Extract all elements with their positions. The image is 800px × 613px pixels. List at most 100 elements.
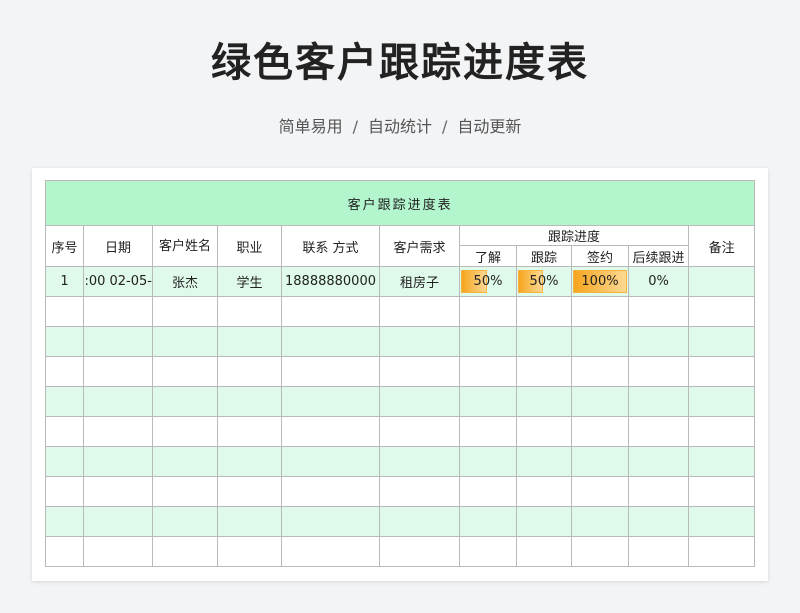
cell-progress[interactable]	[571, 536, 629, 567]
cell-job[interactable]: 学生	[217, 266, 282, 297]
cell-progress[interactable]	[459, 476, 517, 507]
cell-job[interactable]	[217, 386, 282, 417]
cell-progress[interactable]	[516, 476, 572, 507]
cell-progress[interactable]	[516, 356, 572, 387]
cell-contact[interactable]	[281, 356, 380, 387]
cell-contact[interactable]	[281, 536, 380, 567]
cell-contact[interactable]	[281, 506, 380, 537]
cell-job[interactable]	[217, 476, 282, 507]
cell-job[interactable]	[217, 506, 282, 537]
cell-name[interactable]	[152, 416, 218, 447]
cell-job[interactable]	[217, 326, 282, 357]
cell-job[interactable]	[217, 356, 282, 387]
cell-progress[interactable]	[459, 416, 517, 447]
cell-progress[interactable]	[571, 416, 629, 447]
col-progress-sign-header[interactable]: 签约	[571, 245, 629, 267]
cell-seq[interactable]	[45, 326, 84, 357]
cell-remark[interactable]	[687, 506, 756, 537]
cell-progress[interactable]	[459, 296, 517, 327]
cell-progress[interactable]	[571, 506, 629, 537]
cell-contact[interactable]	[281, 386, 380, 417]
cell-demand[interactable]	[379, 296, 460, 327]
cell-job[interactable]	[217, 296, 282, 327]
col-progress-header[interactable]: 跟踪进度	[459, 225, 689, 246]
cell-progress[interactable]	[628, 506, 689, 537]
cell-progress[interactable]	[628, 386, 689, 417]
cell-progress[interactable]	[516, 446, 572, 477]
cell-progress[interactable]	[459, 506, 517, 537]
cell-progress[interactable]	[571, 326, 629, 357]
cell-contact[interactable]	[281, 296, 380, 327]
cell-progress[interactable]	[571, 356, 629, 387]
cell-job[interactable]	[217, 446, 282, 477]
cell-progress[interactable]: 50%	[459, 266, 517, 297]
cell-date[interactable]	[83, 296, 153, 327]
cell-job[interactable]	[217, 536, 282, 567]
cell-progress[interactable]	[571, 476, 629, 507]
cell-contact[interactable]	[281, 326, 380, 357]
cell-date[interactable]	[83, 446, 153, 477]
cell-progress[interactable]	[459, 326, 517, 357]
cell-name[interactable]	[152, 536, 218, 567]
cell-progress[interactable]	[516, 326, 572, 357]
cell-progress[interactable]	[628, 296, 689, 327]
cell-name[interactable]: 张杰	[152, 266, 218, 297]
cell-progress[interactable]	[516, 536, 572, 567]
col-demand-header[interactable]: 客户需求	[379, 225, 460, 267]
cell-name[interactable]	[152, 326, 218, 357]
cell-demand[interactable]	[379, 476, 460, 507]
cell-date[interactable]	[83, 506, 153, 537]
cell-name[interactable]	[152, 296, 218, 327]
col-date-header[interactable]: 日期	[83, 225, 153, 267]
cell-name[interactable]	[152, 356, 218, 387]
col-contact-header[interactable]: 联系 方式	[281, 225, 380, 267]
cell-progress[interactable]	[459, 356, 517, 387]
cell-progress[interactable]	[628, 536, 689, 567]
cell-progress[interactable]	[516, 296, 572, 327]
cell-progress[interactable]: 50%	[516, 266, 572, 297]
cell-progress[interactable]: 0%	[628, 266, 689, 297]
cell-seq[interactable]: 1	[45, 266, 84, 297]
cell-progress[interactable]	[459, 386, 517, 417]
cell-progress[interactable]	[628, 476, 689, 507]
cell-name[interactable]	[152, 506, 218, 537]
cell-progress[interactable]	[628, 356, 689, 387]
cell-demand[interactable]	[379, 506, 460, 537]
cell-job[interactable]	[217, 416, 282, 447]
cell-progress[interactable]	[571, 446, 629, 477]
cell-demand[interactable]	[379, 416, 460, 447]
cell-date[interactable]	[83, 326, 153, 357]
cell-date[interactable]: -02-05 00:	[83, 266, 153, 297]
cell-name[interactable]	[152, 476, 218, 507]
col-seq-header[interactable]: 序号	[45, 225, 84, 267]
cell-demand[interactable]	[379, 356, 460, 387]
cell-seq[interactable]	[45, 356, 84, 387]
cell-contact[interactable]: 18888880000	[281, 266, 380, 297]
col-progress-understand-header[interactable]: 了解	[459, 245, 517, 267]
cell-progress[interactable]	[459, 446, 517, 477]
cell-progress[interactable]	[571, 296, 629, 327]
cell-seq[interactable]	[45, 476, 84, 507]
cell-demand[interactable]	[379, 326, 460, 357]
cell-name[interactable]	[152, 446, 218, 477]
col-name-header[interactable]: 客户姓名	[152, 225, 218, 267]
cell-contact[interactable]	[281, 476, 380, 507]
cell-progress[interactable]	[516, 416, 572, 447]
cell-remark[interactable]	[687, 356, 756, 387]
cell-demand[interactable]	[379, 386, 460, 417]
cell-progress[interactable]	[628, 326, 689, 357]
col-progress-followup-header[interactable]: 后续跟进	[628, 245, 689, 267]
cell-remark[interactable]	[687, 536, 756, 567]
col-remark-header[interactable]: 备注	[687, 225, 756, 267]
col-job-header[interactable]: 职业	[217, 225, 282, 267]
cell-date[interactable]	[83, 476, 153, 507]
cell-remark[interactable]	[687, 296, 756, 327]
cell-contact[interactable]	[281, 416, 380, 447]
cell-date[interactable]	[83, 386, 153, 417]
cell-seq[interactable]	[45, 386, 84, 417]
cell-date[interactable]	[83, 536, 153, 567]
col-progress-track-header[interactable]: 跟踪	[516, 245, 572, 267]
cell-demand[interactable]	[379, 536, 460, 567]
cell-progress[interactable]	[571, 386, 629, 417]
cell-progress[interactable]	[459, 536, 517, 567]
